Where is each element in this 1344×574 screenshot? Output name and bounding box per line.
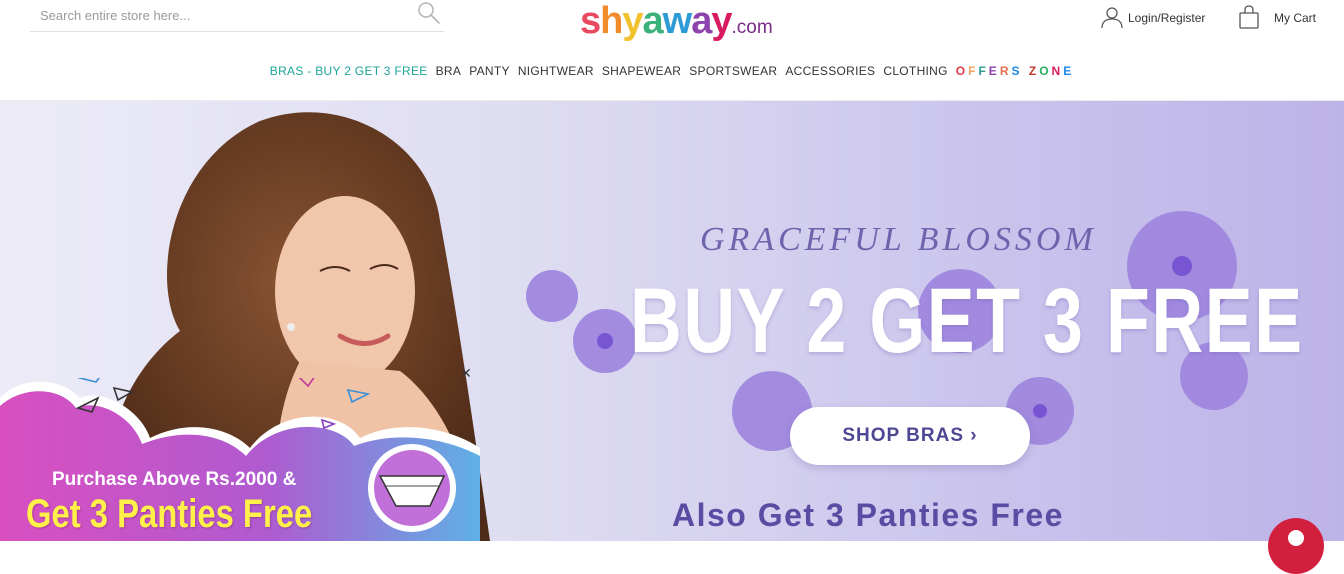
chat-icon[interactable] bbox=[1268, 518, 1324, 574]
login-label: Login/Register bbox=[1128, 11, 1206, 25]
offers-zone-letter: Z bbox=[1028, 64, 1040, 78]
search-input[interactable] bbox=[38, 4, 402, 26]
nav-item-bras-offer[interactable]: BRAS - BUY 2 GET 3 FREE bbox=[270, 64, 428, 82]
popup-offer-line: Purchase Above Rs.2000 & bbox=[52, 469, 297, 490]
site-logo[interactable]: shyaway.com bbox=[580, 0, 773, 46]
search-icon[interactable] bbox=[416, 0, 442, 26]
offers-zone-letter: E bbox=[1063, 64, 1075, 78]
nav-item-accessories[interactable]: ACCESSORIES bbox=[785, 64, 875, 82]
site-header: shyaway.com Login/Register My Cart BRAS … bbox=[0, 0, 1344, 101]
offers-zone-letter: O bbox=[955, 64, 969, 78]
offers-zone-letter: F bbox=[978, 64, 989, 78]
search-bar bbox=[30, 0, 444, 32]
logo-letter: s bbox=[580, 0, 601, 42]
offers-zone-letter: S bbox=[1011, 64, 1023, 78]
logo-letter: a bbox=[642, 0, 664, 42]
shop-bras-label: SHOP BRAS › bbox=[842, 425, 978, 446]
close-icon[interactable]: × bbox=[458, 364, 474, 382]
user-icon bbox=[1100, 5, 1124, 32]
nav-item-offers-zone[interactable]: OFFERS ZONE bbox=[956, 64, 1074, 82]
nav-item-nightwear[interactable]: NIGHTWEAR bbox=[518, 64, 594, 82]
cart-label: My Cart bbox=[1274, 11, 1316, 25]
logo-letter: a bbox=[691, 0, 712, 42]
offers-zone-letter: E bbox=[988, 64, 1000, 78]
login-register-link[interactable]: Login/Register bbox=[1100, 5, 1205, 31]
nav-item-sportswear[interactable]: SPORTSWEAR bbox=[689, 64, 777, 82]
logo-letter: w bbox=[662, 0, 693, 42]
offers-zone-letter: F bbox=[968, 64, 979, 78]
logo-wordmark: shyaway bbox=[580, 0, 732, 42]
cart-bag-icon bbox=[1238, 4, 1260, 32]
logo-letter: y bbox=[711, 0, 732, 42]
nav-item-panty[interactable]: PANTY bbox=[469, 64, 510, 82]
logo-letter: y bbox=[622, 0, 643, 42]
main-nav: BRAS - BUY 2 GET 3 FREE BRA PANTY NIGHTW… bbox=[0, 64, 1344, 82]
shop-bras-button[interactable]: SHOP BRAS › bbox=[790, 407, 1030, 465]
nav-item-bra[interactable]: BRA bbox=[436, 64, 462, 82]
offers-zone-letter: O bbox=[1039, 64, 1052, 78]
popup-offer-headline: Get 3 Panties Free bbox=[26, 492, 313, 536]
offers-zone-letter: R bbox=[999, 64, 1012, 78]
nav-item-clothing[interactable]: CLOTHING bbox=[883, 64, 947, 82]
logo-letter: h bbox=[600, 0, 623, 42]
banner-headline: BUY 2 GET 3 FREE bbox=[630, 270, 1304, 372]
banner-tagline: GRACEFUL BLOSSOM bbox=[700, 221, 1097, 258]
my-cart-link[interactable]: My Cart bbox=[1238, 4, 1316, 32]
offers-zone-letter: N bbox=[1051, 64, 1064, 78]
nav-item-shapewear[interactable]: SHAPEWEAR bbox=[602, 64, 681, 82]
banner-subline: Also Get 3 Panties Free bbox=[672, 497, 1064, 533]
chat-icon-dot bbox=[1288, 530, 1304, 546]
logo-suffix: .com bbox=[731, 17, 773, 38]
